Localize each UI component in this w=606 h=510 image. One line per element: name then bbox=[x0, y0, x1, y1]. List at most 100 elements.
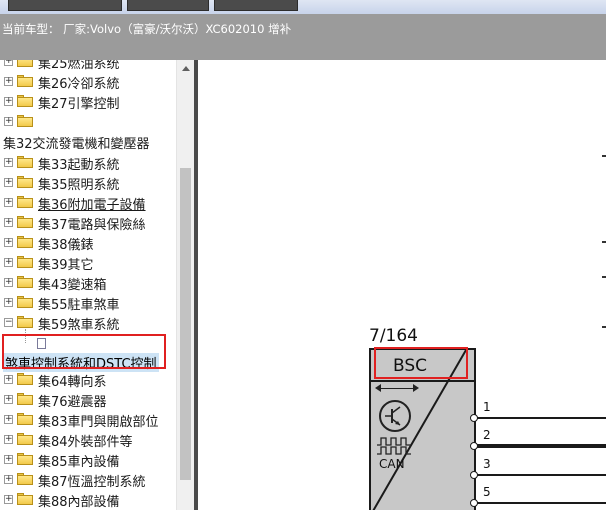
pin-2-dot bbox=[470, 442, 478, 450]
expand-icon[interactable]: + bbox=[4, 77, 13, 87]
scroll-thumb[interactable] bbox=[180, 168, 191, 480]
tree-item-label: 集85車內設備 bbox=[38, 455, 120, 470]
tree-item[interactable]: 集32交流發電機和變壓器 bbox=[0, 132, 176, 152]
tree-item[interactable]: + 集64轉向系 bbox=[0, 370, 176, 390]
edge-tick bbox=[602, 276, 606, 278]
tree-item[interactable]: + 集38儀錶 bbox=[0, 233, 176, 253]
toolbar-button-3[interactable] bbox=[214, 0, 298, 11]
folder-icon bbox=[17, 175, 33, 188]
expand-icon[interactable]: + bbox=[4, 278, 13, 288]
tree-item-label: 集35照明系統 bbox=[38, 177, 120, 193]
wire-pin-5 bbox=[476, 502, 606, 504]
edge-tick bbox=[602, 155, 606, 157]
wire-pin-2 bbox=[476, 444, 606, 448]
tree-item-label: 集39其它 bbox=[38, 258, 94, 273]
top-toolbar bbox=[0, 0, 606, 14]
expand-icon[interactable]: + bbox=[4, 455, 13, 464]
tree-item[interactable]: + bbox=[0, 112, 176, 132]
tree-item[interactable]: + 集25燃油系统 bbox=[0, 60, 176, 72]
expand-icon[interactable]: + bbox=[4, 475, 13, 485]
tree-item-label: 集76避震器 bbox=[38, 394, 107, 410]
arrow-left-icon bbox=[375, 384, 381, 392]
tree-item[interactable]: + 集85車內設備 bbox=[0, 450, 176, 470]
tree-item[interactable]: + 集37電路與保險絲 bbox=[0, 213, 176, 233]
tree-item-label: 集33起動系統 bbox=[38, 157, 120, 173]
folder-icon bbox=[17, 432, 33, 445]
pulse-signal-icon bbox=[377, 437, 411, 455]
expand-icon[interactable]: + bbox=[4, 414, 13, 424]
expand-icon[interactable]: + bbox=[4, 374, 13, 384]
tree-item[interactable]: + 集26冷卻系統 bbox=[0, 72, 176, 92]
folder-icon bbox=[17, 316, 33, 329]
tree-item[interactable]: − 集59煞車系統 bbox=[0, 313, 176, 333]
tree-item[interactable]: + 集87恆溫控制系統 bbox=[0, 470, 176, 490]
expand-icon[interactable]: + bbox=[4, 237, 13, 247]
expand-icon[interactable]: + bbox=[4, 298, 13, 308]
expand-icon[interactable]: + bbox=[4, 394, 13, 404]
tree-item-label: 集64轉向系 bbox=[38, 374, 107, 390]
toolbar-button-1[interactable] bbox=[8, 0, 122, 11]
tree-item-label: 集37電路與保險絲 bbox=[38, 217, 146, 233]
tree-item[interactable]: + 集55駐車煞車 bbox=[0, 293, 176, 313]
wire-pin-3 bbox=[476, 474, 606, 476]
wiring-diagram[interactable]: 7/164 BSC CAN 1 2 3 5 bbox=[198, 60, 606, 510]
expand-icon[interactable]: + bbox=[4, 60, 13, 66]
tree-item[interactable]: + 集83車門與開啟部位 bbox=[0, 410, 176, 430]
tree-item-label: 集87恆溫控制系統 bbox=[38, 475, 146, 491]
folder-icon bbox=[17, 392, 33, 405]
expand-icon[interactable]: + bbox=[4, 197, 13, 207]
tree-item-label: 集59煞車系統 bbox=[38, 318, 120, 334]
folder-icon bbox=[17, 95, 33, 108]
folder-icon bbox=[17, 412, 33, 425]
expand-icon[interactable]: + bbox=[4, 495, 13, 505]
tree-scrollbar[interactable] bbox=[176, 60, 194, 510]
folder-icon bbox=[17, 256, 33, 268]
highlight-selected-tree-item bbox=[2, 334, 166, 369]
expand-icon[interactable]: + bbox=[4, 97, 13, 107]
edge-tick bbox=[602, 326, 606, 328]
tree-item-label: 集32交流發電機和變壓器 bbox=[3, 137, 150, 153]
tree-item[interactable]: + 集35照明系統 bbox=[0, 173, 176, 193]
tree-item[interactable]: + 集33起動系統 bbox=[0, 153, 176, 173]
folder-icon bbox=[17, 60, 33, 67]
collapse-icon[interactable]: − bbox=[4, 318, 13, 328]
folder-icon bbox=[17, 155, 33, 168]
expand-icon[interactable]: + bbox=[4, 217, 13, 227]
pin-label-2: 2 bbox=[483, 428, 491, 442]
expand-icon[interactable]: + bbox=[4, 157, 13, 167]
tree-item[interactable]: + 集36附加電子設備 bbox=[0, 193, 176, 213]
expand-icon[interactable]: + bbox=[4, 434, 13, 444]
tree-item[interactable]: + 集76避震器 bbox=[0, 390, 176, 410]
tree-panel: + 集25燃油系统 + 集26冷卻系統 + 集27引擎控制 + 集32交流發電機和變壓器 + 集3… bbox=[0, 60, 194, 510]
scroll-up-icon[interactable] bbox=[182, 66, 190, 71]
pin-1-dot bbox=[470, 414, 478, 422]
module-divider bbox=[371, 380, 474, 382]
folder-icon bbox=[17, 493, 33, 506]
pin-label-5: 5 bbox=[483, 485, 491, 499]
folder-icon bbox=[17, 453, 33, 465]
tree-item-label: 集27引擎控制 bbox=[38, 97, 120, 113]
current-model-bar: 当前车型： 厂家:Volvo（富豪/沃尔沃）XC602010 增补 bbox=[0, 14, 606, 60]
tree-item[interactable]: + 集27引擎控制 bbox=[0, 92, 176, 112]
arrow-line bbox=[377, 388, 415, 389]
expand-icon[interactable]: + bbox=[4, 258, 13, 267]
folder-icon bbox=[17, 195, 33, 208]
pin-label-1: 1 bbox=[483, 400, 491, 414]
folder-icon bbox=[17, 372, 33, 385]
tree-item-label: 集36附加電子設備 bbox=[38, 197, 146, 213]
highlight-bsc-module bbox=[374, 347, 468, 379]
expand-icon[interactable]: + bbox=[4, 117, 13, 127]
folder-icon bbox=[17, 215, 33, 228]
expand-icon[interactable]: + bbox=[4, 177, 13, 187]
tree-item[interactable]: + 集88內部設備 bbox=[0, 490, 176, 510]
toolbar-button-2[interactable] bbox=[127, 0, 209, 11]
tree-item[interactable]: + 集43變速箱 bbox=[0, 273, 176, 293]
arrow-right-icon bbox=[413, 384, 419, 392]
tree-item[interactable]: + 集39其它 bbox=[0, 253, 176, 273]
tree-item-label: 集25燃油系统 bbox=[38, 60, 120, 72]
tree-item[interactable]: + 集84外裝部件等 bbox=[0, 430, 176, 450]
tree-item-label: 集26冷卻系統 bbox=[38, 77, 120, 93]
folder-icon bbox=[17, 115, 33, 128]
edge-tick bbox=[602, 241, 606, 243]
tree-item-label: 集55駐車煞車 bbox=[38, 298, 120, 314]
